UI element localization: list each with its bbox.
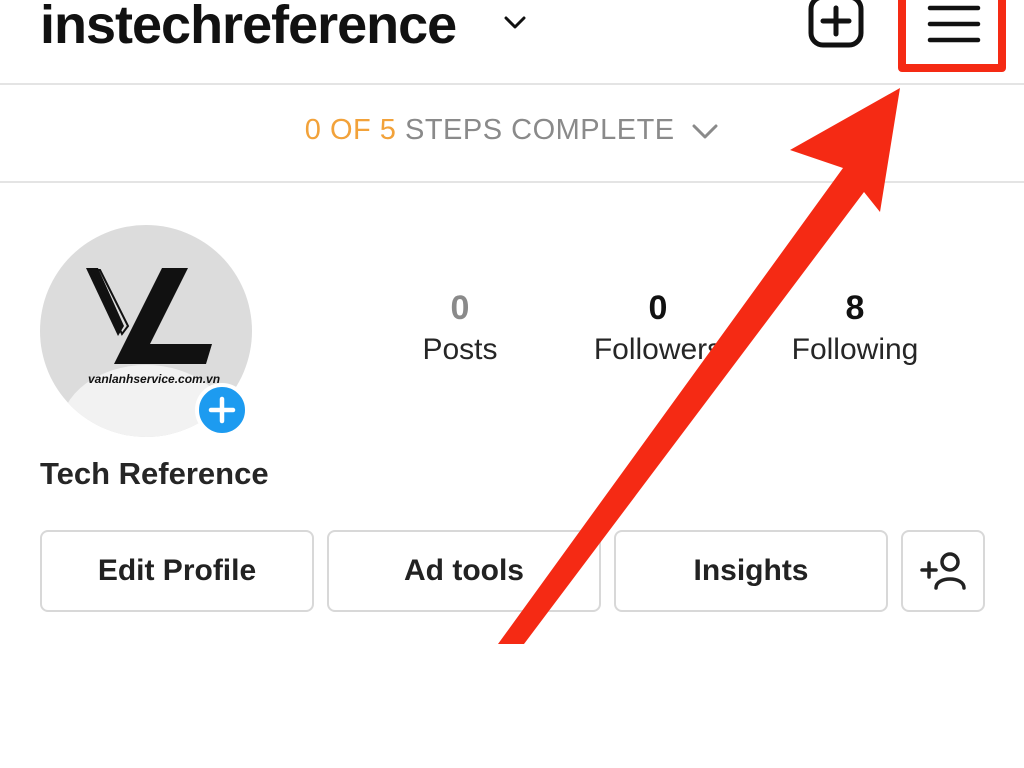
add-person-icon [920,552,966,590]
stat-following-value: 8 [845,289,865,327]
chevron-down-icon[interactable] [502,10,528,36]
steps-count: 0 OF 5 [304,114,397,146]
stat-followers-label: Followers [593,333,723,366]
plus-square-icon[interactable] [806,0,866,50]
account-username[interactable]: instechreference [40,0,457,60]
insights-button[interactable]: Insights [614,530,888,612]
watermark-text: vanlanhservice.com.vn [88,372,221,386]
stat-posts-value: 0 [450,289,470,327]
stat-following-label: Following [791,333,919,366]
stat-following[interactable]: 8 Following [780,288,930,372]
stat-posts[interactable]: 0 Posts [400,288,520,372]
edit-profile-button[interactable]: Edit Profile [40,530,314,612]
profile-header: instechreference [0,0,1024,84]
vl-logo-watermark [86,268,212,364]
stat-posts-label: Posts [422,333,498,366]
steps-complete-banner[interactable]: 0 OF 5 STEPS COMPLETE [0,110,1024,150]
add-photo-button[interactable] [195,383,249,437]
ad-tools-button[interactable]: Ad tools [327,530,601,612]
stat-followers-value: 0 [648,289,668,327]
steps-label: STEPS COMPLETE [396,114,675,146]
steps-divider [0,181,1024,183]
header-divider [0,83,1024,85]
plus-icon [208,396,236,424]
stat-followers[interactable]: 0 Followers [580,288,736,372]
discover-people-button[interactable] [901,530,985,612]
hamburger-menu-icon[interactable] [926,0,982,48]
chevron-down-icon [692,124,718,139]
display-name: Tech Reference [40,456,269,491]
